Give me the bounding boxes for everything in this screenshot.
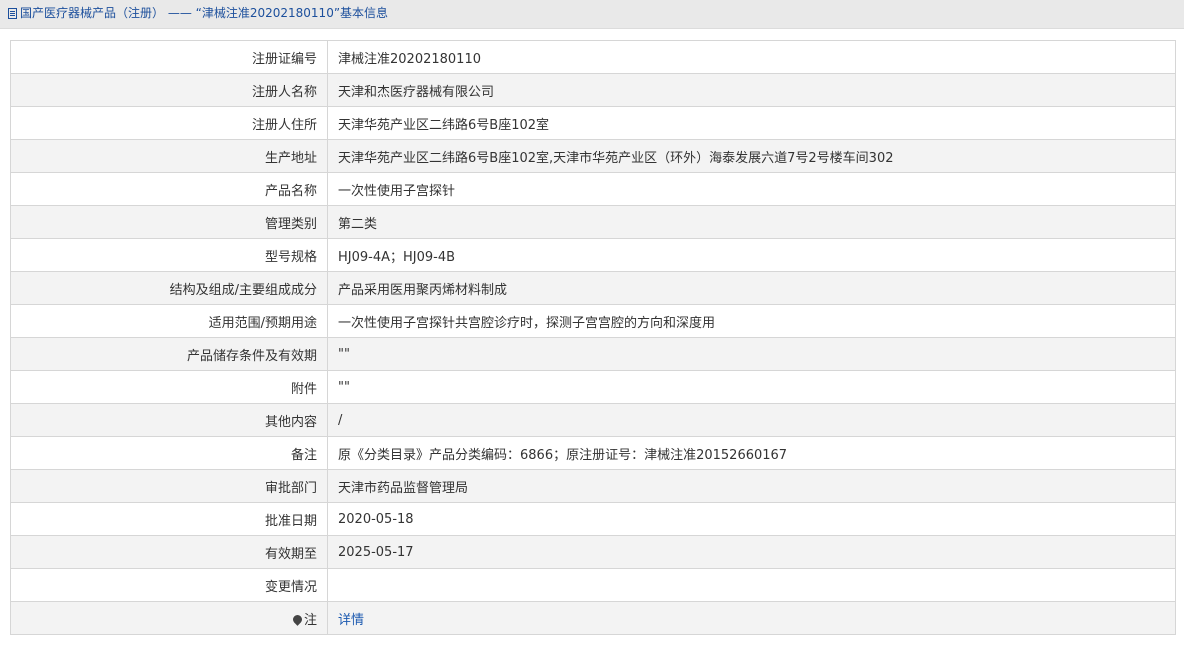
- field-value: 天津市药品监督管理局: [327, 469, 1176, 503]
- note-value-cell: 详情: [327, 601, 1176, 635]
- field-value: [327, 568, 1176, 602]
- field-label: 产品名称: [10, 172, 328, 206]
- field-label: 备注: [10, 436, 328, 470]
- table-row: 备注 原《分类目录》产品分类编码：6866；原注册证号：津械注准201526601…: [10, 436, 1176, 470]
- note-row: 注 详情: [10, 601, 1176, 635]
- field-label: 结构及组成/主要组成成分: [10, 271, 328, 305]
- field-value: 天津和杰医疗器械有限公司: [327, 73, 1176, 107]
- table-row: 有效期至 2025-05-17: [10, 535, 1176, 569]
- field-label: 附件: [10, 370, 328, 404]
- table-row: 变更情况: [10, 568, 1176, 602]
- field-label: 变更情况: [10, 568, 328, 602]
- table-row: 管理类别 第二类: [10, 205, 1176, 239]
- table-row: 审批部门 天津市药品监督管理局: [10, 469, 1176, 503]
- field-value: 天津华苑产业区二纬路6号B座102室,天津市华苑产业区（环外）海泰发展六道7号2…: [327, 139, 1176, 173]
- field-label: 其他内容: [10, 403, 328, 437]
- table-row: 型号规格 HJ09-4A；HJ09-4B: [10, 238, 1176, 272]
- field-value: 2025-05-17: [327, 535, 1176, 569]
- field-value: 一次性使用子宫探针: [327, 172, 1176, 206]
- table-row: 其他内容 /: [10, 403, 1176, 437]
- field-label: 管理类别: [10, 205, 328, 239]
- field-label: 审批部门: [10, 469, 328, 503]
- field-label: 有效期至: [10, 535, 328, 569]
- table-row: 批准日期 2020-05-18: [10, 502, 1176, 536]
- field-value: 2020-05-18: [327, 502, 1176, 536]
- field-value: 天津华苑产业区二纬路6号B座102室: [327, 106, 1176, 140]
- field-value: 产品采用医用聚丙烯材料制成: [327, 271, 1176, 305]
- table-row: 产品名称 一次性使用子宫探针: [10, 172, 1176, 206]
- field-value: "": [327, 337, 1176, 371]
- table-row: 生产地址 天津华苑产业区二纬路6号B座102室,天津市华苑产业区（环外）海泰发展六…: [10, 139, 1176, 173]
- details-link[interactable]: 详情: [338, 613, 364, 628]
- breadcrumb: 国产医疗器械产品（注册） —— “津械注准20202180110”基本信息: [8, 6, 388, 20]
- registration-info-table: 注册证编号 津械注准20202180110 注册人名称 天津和杰医疗器械有限公司 注册人…: [10, 40, 1176, 635]
- field-label: 批准日期: [10, 502, 328, 536]
- field-value: 第二类: [327, 205, 1176, 239]
- field-value: 一次性使用子宫探针共宫腔诊疗时，探测子宫宫腔的方向和深度用: [327, 304, 1176, 338]
- pin-icon: [291, 612, 304, 626]
- table-row: 注册人住所 天津华苑产业区二纬路6号B座102室: [10, 106, 1176, 140]
- field-label: 型号规格: [10, 238, 328, 272]
- field-label: 生产地址: [10, 139, 328, 173]
- field-label: 注册人名称: [10, 73, 328, 107]
- table-row: 适用范围/预期用途 一次性使用子宫探针共宫腔诊疗时，探测子宫宫腔的方向和深度用: [10, 304, 1176, 338]
- breadcrumb-text: 国产医疗器械产品（注册） —— “津械注准20202180110”基本信息: [20, 6, 389, 20]
- table-row: 注册证编号 津械注准20202180110: [10, 40, 1176, 74]
- note-label-cell: 注: [10, 601, 328, 635]
- field-label: 适用范围/预期用途: [10, 304, 328, 338]
- field-label: 注册人住所: [10, 106, 328, 140]
- header-bar: 国产医疗器械产品（注册） —— “津械注准20202180110”基本信息: [0, 0, 1184, 29]
- table-row: 注册人名称 天津和杰医疗器械有限公司: [10, 73, 1176, 107]
- document-icon: [8, 8, 17, 19]
- field-value: HJ09-4A；HJ09-4B: [327, 238, 1176, 272]
- note-label: 注: [303, 612, 317, 628]
- field-label: 产品储存条件及有效期: [10, 337, 328, 371]
- field-value: /: [327, 403, 1176, 437]
- field-value: "": [327, 370, 1176, 404]
- table-row: 产品储存条件及有效期 "": [10, 337, 1176, 371]
- table-row: 结构及组成/主要组成成分 产品采用医用聚丙烯材料制成: [10, 271, 1176, 305]
- field-value: 原《分类目录》产品分类编码：6866；原注册证号：津械注准20152660167: [327, 436, 1176, 470]
- table-row: 附件 "": [10, 370, 1176, 404]
- field-label: 注册证编号: [10, 40, 328, 74]
- field-value: 津械注准20202180110: [327, 40, 1176, 74]
